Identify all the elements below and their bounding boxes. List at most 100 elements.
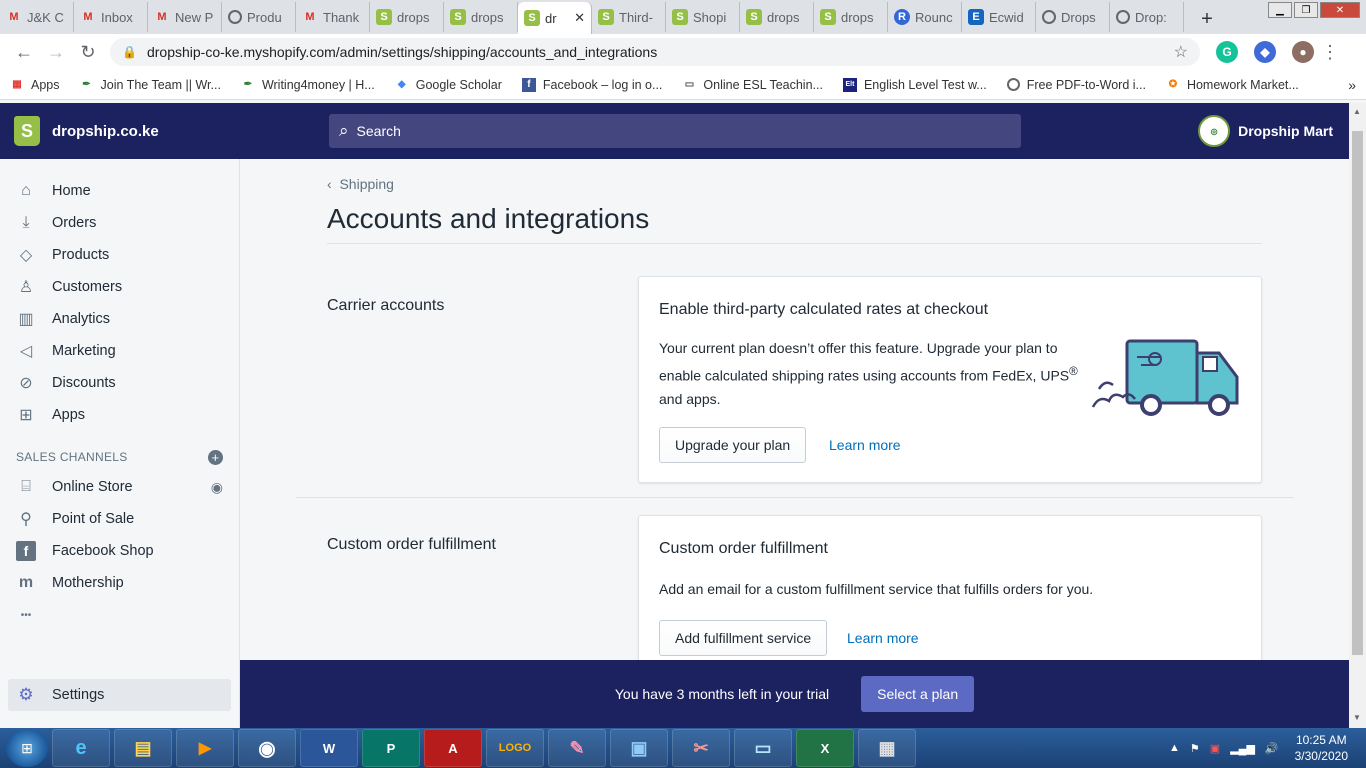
shopify-logo-icon[interactable]: S <box>14 116 40 146</box>
sidebar-item-orders[interactable]: ⤓ Orders <box>0 207 239 239</box>
excel-icon[interactable]: X <box>796 729 854 767</box>
page-scrollbar[interactable]: ▲ ▼ <box>1349 103 1366 728</box>
sidebar-item-analytics[interactable]: ▥ Analytics <box>0 303 239 335</box>
browser-tab[interactable]: Sdrops <box>740 2 814 32</box>
paint-icon[interactable]: ✎ <box>548 729 606 767</box>
sidebar-item-home[interactable]: ⌂ Home <box>0 175 239 207</box>
address-bar[interactable]: 🔒 dropship-co-ke.myshopify.com/admin/set… <box>110 38 1200 66</box>
file-explorer-icon[interactable]: ▤ <box>114 729 172 767</box>
browser-tab[interactable]: Produ <box>222 2 296 32</box>
upgrade-plan-button[interactable]: Upgrade your plan <box>659 427 807 463</box>
bookmark-item[interactable]: f Facebook – log in o... <box>521 77 663 92</box>
sidebar-item-online-store[interactable]: ⌸ Online Store ◉ <box>0 471 239 503</box>
media-player-icon[interactable]: ▶ <box>176 729 234 767</box>
browser-tab[interactable]: Sdrops <box>370 2 444 32</box>
internet-explorer-icon[interactable]: e <box>52 729 110 767</box>
tray-expand-icon[interactable]: ▲ <box>1169 742 1180 754</box>
bookmarks-overflow-icon[interactable]: » <box>1348 77 1356 93</box>
sidebar-item-point-of-sale[interactable]: ⚲ Point of Sale <box>0 503 239 535</box>
bookmark-item[interactable]: ✒ Writing4money | H... <box>241 78 375 92</box>
facebook-icon: f <box>16 541 36 561</box>
sidebar-item-settings[interactable]: ⚙ Settings <box>8 679 231 711</box>
scroll-down-icon[interactable]: ▼ <box>1353 713 1361 722</box>
extension-icon[interactable]: ◆ <box>1254 41 1276 63</box>
eye-icon[interactable]: ◉ <box>211 479 223 496</box>
logo-maker-icon[interactable]: LOGO <box>486 729 544 767</box>
add-channel-icon[interactable]: + <box>208 449 223 465</box>
browser-tab[interactable]: M J&K C <box>0 2 74 32</box>
learn-more-link[interactable]: Learn more <box>829 437 901 453</box>
search-input[interactable]: ⌕ Search <box>329 114 1021 148</box>
browser-tab[interactable]: S Third- <box>592 2 666 32</box>
word-icon[interactable]: W <box>300 729 358 767</box>
grammarly-icon[interactable]: G <box>1216 41 1238 63</box>
bookmark-label: Homework Market... <box>1186 77 1299 92</box>
adobe-reader-icon[interactable]: A <box>424 729 482 767</box>
calculator-icon[interactable]: ▦ <box>858 729 916 767</box>
sidebar-item-label: Settings <box>52 687 105 703</box>
restore-icon[interactable]: ❐ <box>1294 2 1318 18</box>
sidebar-item-customers[interactable]: ♙ Customers <box>0 271 239 303</box>
learn-more-link[interactable]: Learn more <box>847 630 919 646</box>
back-arrow-icon[interactable]: ← <box>8 36 40 68</box>
browser-tab[interactable]: R Rounc <box>888 2 962 32</box>
clock[interactable]: 10:25 AM 3/30/2020 <box>1295 732 1348 764</box>
bookmark-item[interactable]: Elt English Level Test w... <box>842 77 987 92</box>
network-signal-icon[interactable]: ▂▄▆ <box>1230 742 1255 755</box>
browser-tab[interactable]: Sdrops <box>444 2 518 32</box>
browser-tab[interactable]: M Thank <box>296 2 370 32</box>
sidebar-item-mothership[interactable]: m Mothership <box>0 567 239 599</box>
close-window-icon[interactable]: ✕ <box>1320 2 1360 18</box>
account-menu[interactable]: ◎ Dropship Mart <box>1198 115 1333 147</box>
browser-tab-active[interactable]: Sdr ✕ <box>518 2 592 34</box>
bookmark-item[interactable]: ✪ Homework Market... <box>1166 78 1299 92</box>
scrollbar-thumb[interactable] <box>1352 131 1363 655</box>
browser-tab[interactable]: E Ecwid <box>962 2 1036 32</box>
sidebar-item-facebook-shop[interactable]: f Facebook Shop <box>0 535 239 567</box>
remote-desktop-icon[interactable]: ▭ <box>734 729 792 767</box>
profile-avatar[interactable]: ● <box>1292 41 1314 63</box>
new-tab-button[interactable]: + <box>1192 4 1222 34</box>
browser-tab[interactable]: S Shopi <box>666 2 740 32</box>
close-tab-icon[interactable]: ✕ <box>574 10 585 26</box>
bookmark-star-icon[interactable]: ☆ <box>1174 42 1188 62</box>
minimize-icon[interactable]: ▁ <box>1268 2 1292 18</box>
browser-tab[interactable]: Drop: <box>1110 2 1184 32</box>
sidebar-item-label: Facebook Shop <box>52 543 154 559</box>
snipping-tool-icon[interactable]: ✂ <box>672 729 730 767</box>
select-plan-button[interactable]: Select a plan <box>861 676 975 712</box>
scroll-up-icon[interactable]: ▲ <box>1353 107 1361 116</box>
menu-dots-icon[interactable]: ⋮ <box>1314 36 1346 68</box>
bookmark-item[interactable]: ▦ Apps <box>10 78 59 92</box>
volume-icon[interactable]: 🔊 <box>1265 742 1279 755</box>
chrome-icon[interactable]: ◉ <box>238 729 296 767</box>
sidebar-item-marketing[interactable]: ◁ Marketing <box>0 335 239 367</box>
tab-label: J&K C <box>27 9 64 25</box>
reload-icon[interactable]: ↻ <box>72 36 104 68</box>
forward-arrow-icon[interactable]: → <box>40 36 72 68</box>
bookmark-item[interactable]: ✒ Join The Team || Wr... <box>80 78 221 92</box>
action-center-flag-icon[interactable]: ⚑ <box>1190 742 1200 755</box>
add-fulfillment-service-button[interactable]: Add fulfillment service <box>659 620 828 656</box>
bookmark-label: Facebook – log in o... <box>542 77 663 92</box>
browser-tab[interactable]: Drops <box>1036 2 1110 32</box>
start-button[interactable]: ⊞ <box>6 729 48 767</box>
divider <box>327 243 1262 244</box>
url-text: dropship-co-ke.myshopify.com/admin/setti… <box>146 44 658 60</box>
breadcrumb[interactable]: ‹ Shipping <box>327 176 394 192</box>
publisher-icon[interactable]: P <box>362 729 420 767</box>
bookmark-item[interactable]: ◆ Google Scholar <box>395 78 502 92</box>
bookmark-item[interactable]: Free PDF-to-Word i... <box>1006 78 1146 92</box>
sidebar-item-discounts[interactable]: ⊘ Discounts <box>0 367 239 399</box>
browser-tab[interactable]: Sdrops <box>814 2 888 32</box>
windows-taskbar: ⊞ e ▤ ▶ ◉ W P A LOGO ✎ ▣ ✂ ▭ X ▦ ▲ ⚑ ▣ ▂… <box>0 728 1366 768</box>
photo-viewer-icon[interactable]: ▣ <box>610 729 668 767</box>
bookmark-item[interactable]: ▭ Online ESL Teachin... <box>682 78 823 92</box>
sidebar-item-apps[interactable]: ⊞ Apps <box>0 399 239 431</box>
sidebar-item-products[interactable]: ◇ Products <box>0 239 239 271</box>
store-name[interactable]: dropship.co.ke <box>52 123 159 140</box>
browser-tab[interactable]: M Inbox <box>74 2 148 32</box>
browser-tab[interactable]: M New P <box>148 2 222 32</box>
sidebar-more-button[interactable]: ••• <box>0 599 239 631</box>
security-icon[interactable]: ▣ <box>1210 742 1220 755</box>
